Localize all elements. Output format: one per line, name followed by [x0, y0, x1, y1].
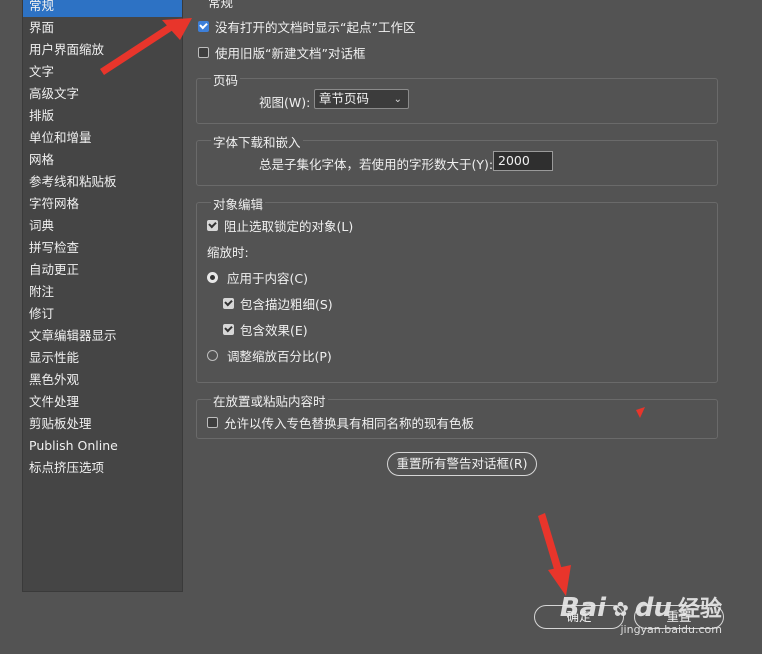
sidebar-item[interactable]: 用户界面缩放 — [23, 39, 182, 61]
include-stroke-label: 包含描边粗细(S) — [240, 297, 333, 312]
adjust-percent-radio[interactable] — [207, 350, 218, 361]
view-label: 视图(W): — [259, 95, 311, 110]
include-stroke-checkbox[interactable] — [223, 298, 234, 309]
sidebar-item[interactable]: Publish Online — [23, 435, 182, 457]
prevent-locked-row[interactable]: 阻止选取锁定的对象(L) — [207, 216, 353, 235]
watermark-site: jingyan.baidu.com — [620, 623, 722, 636]
sidebar-item[interactable]: 修订 — [23, 303, 182, 325]
allow-replace-row[interactable]: 允许以传入专色替换具有相同名称的现有色板 — [207, 413, 474, 432]
sidebar-item[interactable]: 界面 — [23, 17, 182, 39]
sidebar-item[interactable]: 单位和增量 — [23, 127, 182, 149]
watermark-brand: Bai — [559, 593, 607, 623]
legacy-new-document-row[interactable]: 使用旧版“新建文档”对话框 — [198, 43, 365, 62]
sidebar-item[interactable]: 文字 — [23, 61, 182, 83]
object-editing-title: 对象编辑 — [211, 194, 266, 213]
paste-title: 在放置或粘贴内容时 — [211, 391, 328, 410]
chevron-down-icon: ⌄ — [393, 94, 402, 105]
subset-fonts-label: 总是子集化字体，若使用的字形数大于(Y): — [259, 157, 494, 172]
sidebar-item[interactable]: 剪贴板处理 — [23, 413, 182, 435]
sidebar-item[interactable]: 网格 — [23, 149, 182, 171]
watermark-product: 经验 — [677, 597, 722, 622]
sidebar-item[interactable]: 词典 — [23, 215, 182, 237]
sidebar-item[interactable]: 常规 — [23, 0, 182, 17]
legacy-new-document-checkbox[interactable] — [198, 47, 209, 58]
include-effects-row[interactable]: 包含效果(E) — [223, 320, 308, 339]
show-start-workspace-label: 没有打开的文档时显示“起点”工作区 — [215, 20, 416, 35]
watermark-brand-suffix: du — [634, 593, 672, 623]
allow-replace-checkbox[interactable] — [207, 417, 218, 428]
sidebar-item[interactable]: 自动更正 — [23, 259, 182, 281]
show-start-workspace-row[interactable]: 没有打开的文档时显示“起点”工作区 — [198, 17, 415, 36]
apply-to-content-row[interactable]: 应用于内容(C) — [207, 268, 308, 287]
sidebar-item[interactable]: 附注 — [23, 281, 182, 303]
sidebar-item[interactable]: 文章编辑器显示 — [23, 325, 182, 347]
include-effects-label: 包含效果(E) — [240, 323, 308, 338]
sidebar-item[interactable]: 字符网格 — [23, 193, 182, 215]
view-select[interactable]: 章节页码 ⌄ — [314, 89, 409, 109]
sidebar-item[interactable]: 拼写检查 — [23, 237, 182, 259]
sidebar-item[interactable]: 标点挤压选项 — [23, 457, 182, 479]
sidebar-item[interactable]: 黑色外观 — [23, 369, 182, 391]
view-select-value: 章节页码 — [319, 91, 370, 106]
reset-warnings-button[interactable]: 重置所有警告对话框(R) — [387, 452, 537, 476]
sidebar-item[interactable]: 文件处理 — [23, 391, 182, 413]
prevent-locked-label: 阻止选取锁定的对象(L) — [224, 219, 354, 234]
apply-to-content-label: 应用于内容(C) — [227, 271, 308, 286]
page-numbering-title: 页码 — [211, 70, 241, 89]
glyph-count-value: 2000 — [498, 153, 530, 168]
apply-to-content-radio[interactable] — [207, 272, 218, 283]
font-download-group: 字体下载和嵌入 总是子集化字体，若使用的字形数大于(Y): 2000 — [196, 132, 718, 186]
font-download-title: 字体下载和嵌入 — [211, 132, 303, 151]
adjust-percent-label: 调整缩放百分比(P) — [227, 349, 332, 364]
include-stroke-row[interactable]: 包含描边粗细(S) — [223, 294, 333, 313]
allow-replace-label: 允许以传入专色替换具有相同名称的现有色板 — [224, 416, 475, 431]
sidebar-item[interactable]: 排版 — [23, 105, 182, 127]
prevent-locked-checkbox[interactable] — [207, 220, 218, 231]
paste-group: 在放置或粘贴内容时 允许以传入专色替换具有相同名称的现有色板 — [196, 391, 718, 439]
sidebar-item[interactable]: 显示性能 — [23, 347, 182, 369]
page-numbering-group: 页码 视图(W): 章节页码 ⌄ — [196, 70, 718, 124]
paw-icon: ✿ — [612, 597, 629, 621]
baidu-jingyan-watermark: Bai ✿ du 经验 jingyan.baidu.com — [560, 591, 722, 636]
object-editing-group: 对象编辑 阻止选取锁定的对象(L) 缩放时: 应用于内容(C) 包含描边粗细(S… — [196, 194, 718, 383]
general-heading: 常规 — [208, 0, 234, 10]
when-scaling-label: 缩放时: — [207, 245, 249, 260]
sidebar-item[interactable]: 参考线和粘贴板 — [23, 171, 182, 193]
include-effects-checkbox[interactable] — [223, 324, 234, 335]
general-preferences-panel: 常规 没有打开的文档时显示“起点”工作区 使用旧版“新建文档”对话框 页码 视图… — [196, 0, 724, 654]
glyph-count-input[interactable]: 2000 — [493, 151, 553, 171]
show-start-workspace-checkbox[interactable] — [198, 21, 209, 32]
adjust-percent-row[interactable]: 调整缩放百分比(P) — [207, 346, 332, 365]
legacy-new-document-label: 使用旧版“新建文档”对话框 — [215, 46, 366, 61]
sidebar-item[interactable]: 高级文字 — [23, 83, 182, 105]
section-heading: 常规 — [208, 0, 233, 11]
preferences-sidebar: 常规 界面 用户界面缩放 文字 高级文字 排版 单位和增量 网格 参考线和粘贴板 字符网格 词典 拼写… — [22, 0, 183, 592]
